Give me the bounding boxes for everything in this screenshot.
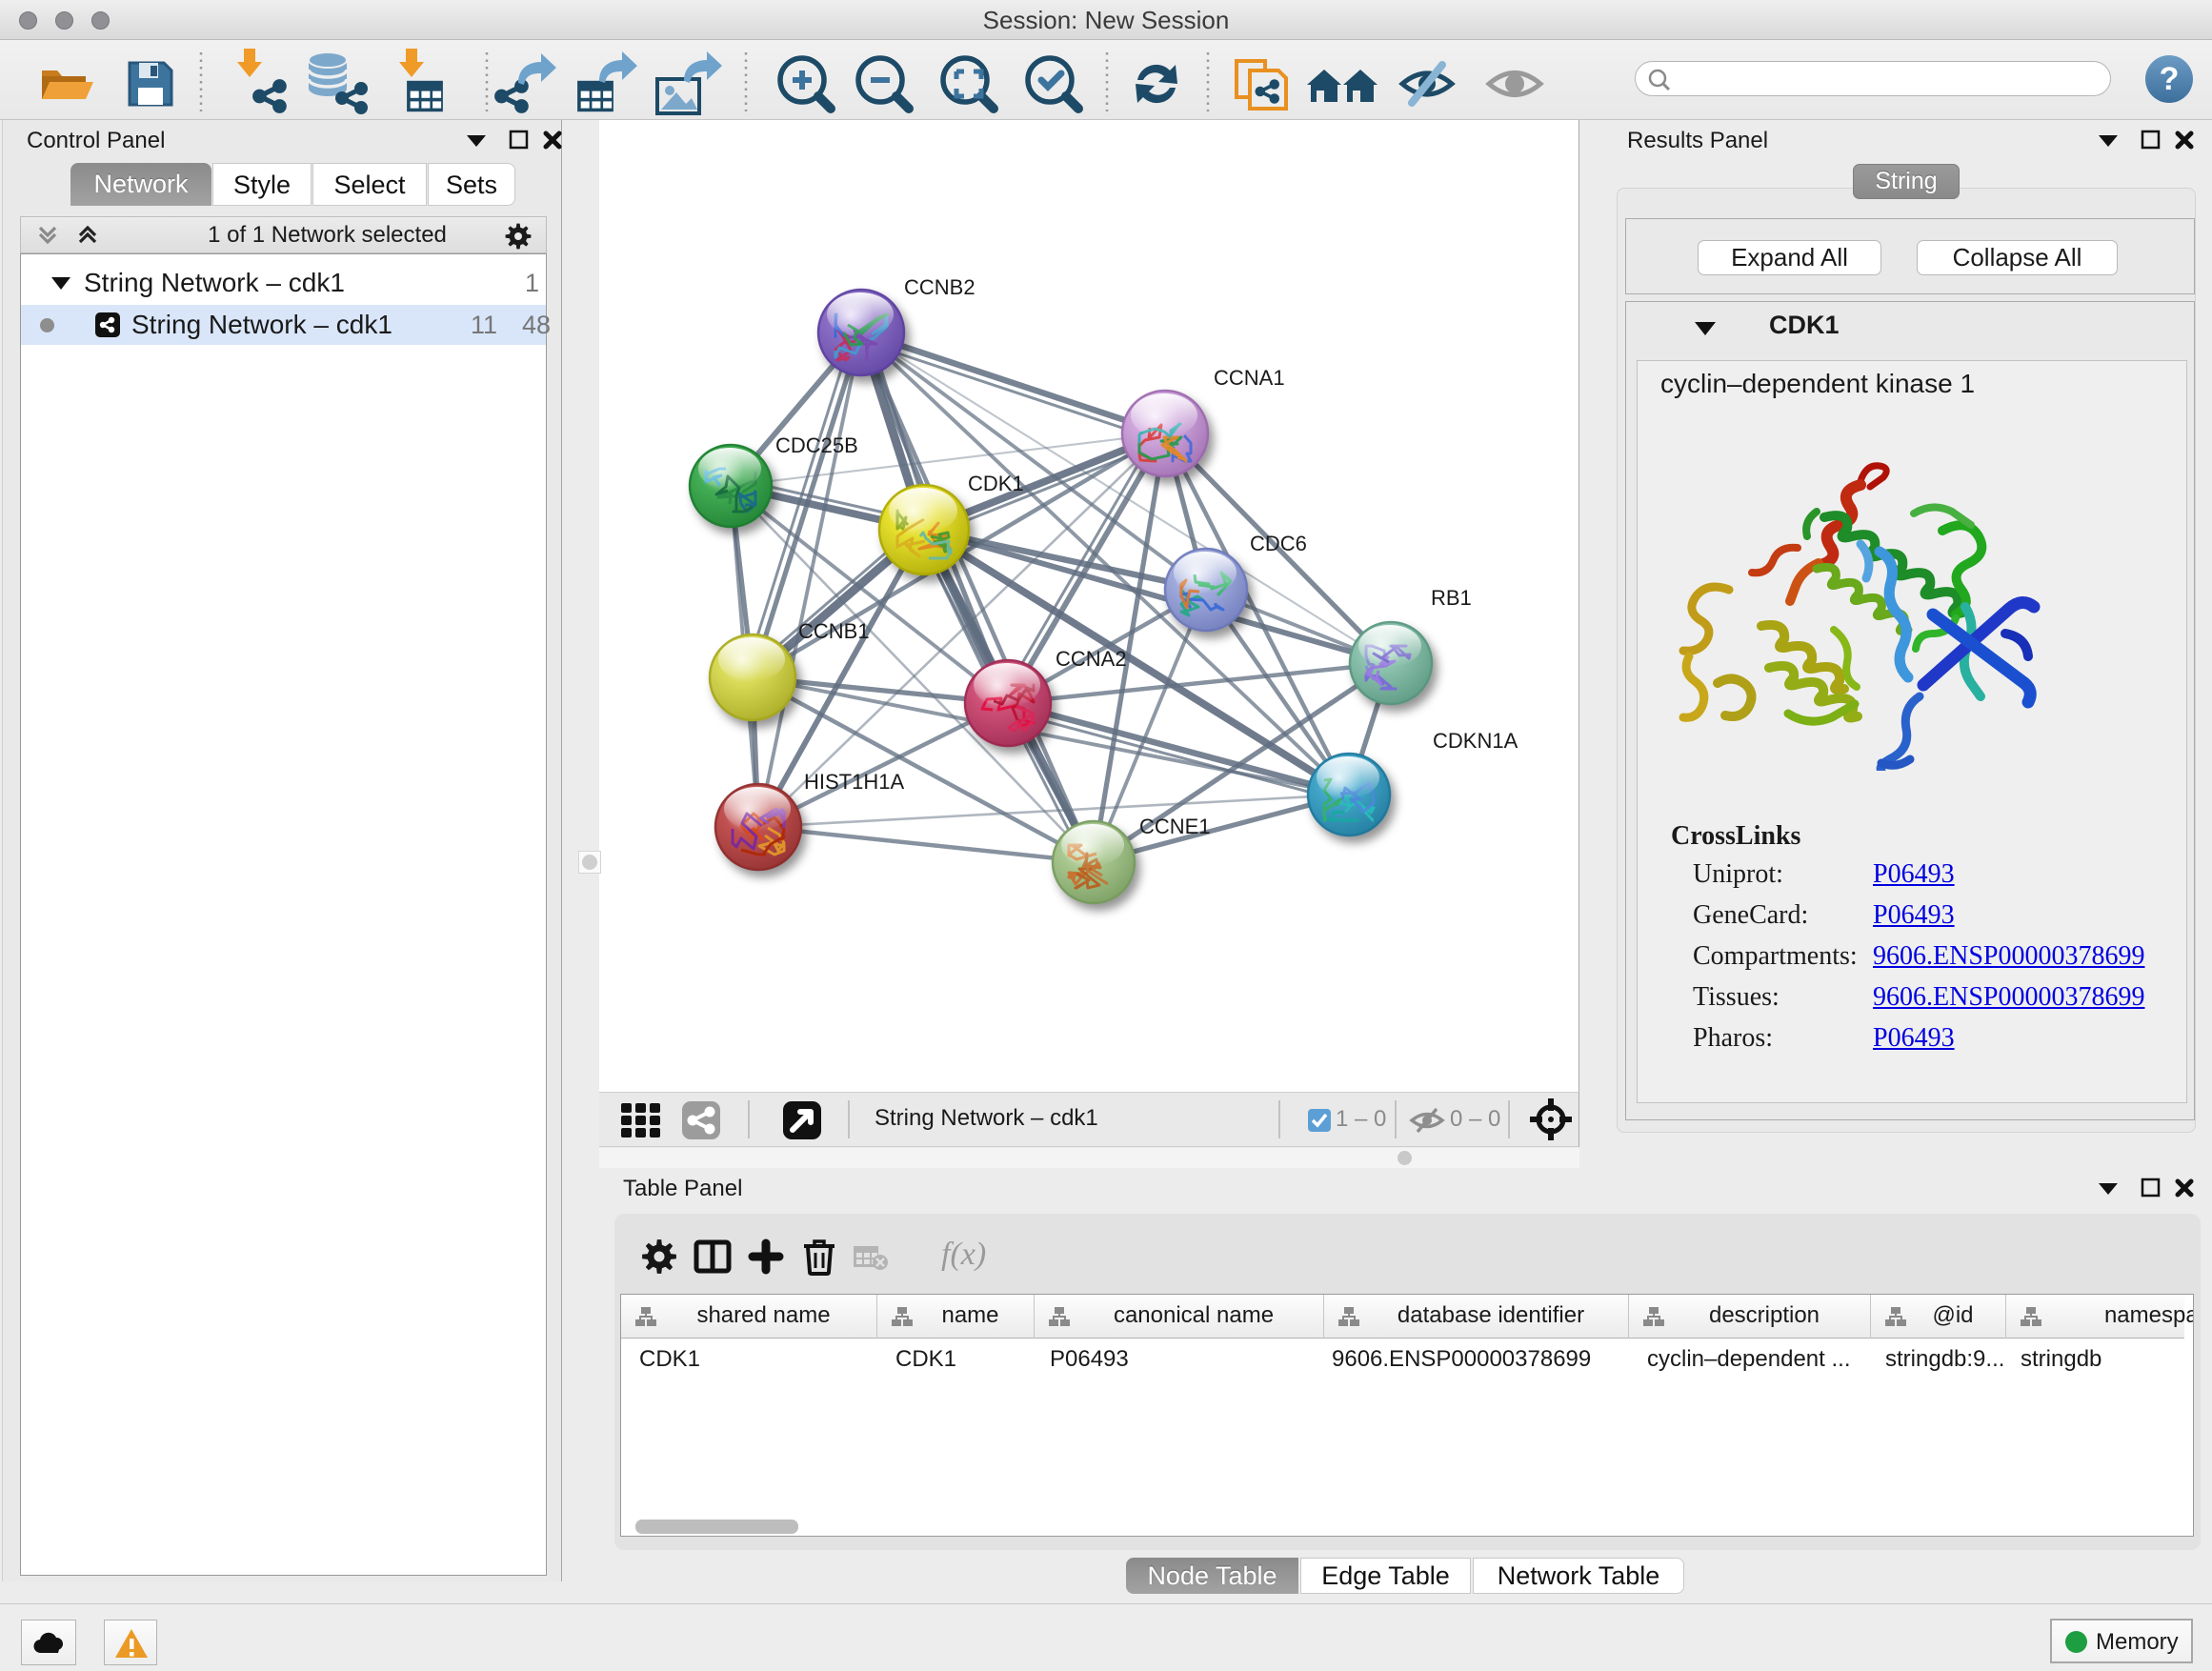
svg-text:CCNA2: CCNA2 (1056, 647, 1127, 671)
svg-text:CCNB2: CCNB2 (904, 275, 975, 299)
svg-text:CDC6: CDC6 (1250, 532, 1307, 555)
svg-text:CDC25B: CDC25B (775, 433, 858, 457)
svg-text:RB1: RB1 (1431, 586, 1472, 610)
svg-text:HIST1H1A: HIST1H1A (804, 770, 904, 794)
svg-text:CCNA1: CCNA1 (1214, 366, 1285, 390)
svg-text:CCNE1: CCNE1 (1139, 815, 1211, 838)
svg-text:CCNB1: CCNB1 (798, 619, 870, 643)
svg-text:CDKN1A: CDKN1A (1433, 729, 1518, 753)
svg-text:CDK1: CDK1 (968, 472, 1024, 495)
